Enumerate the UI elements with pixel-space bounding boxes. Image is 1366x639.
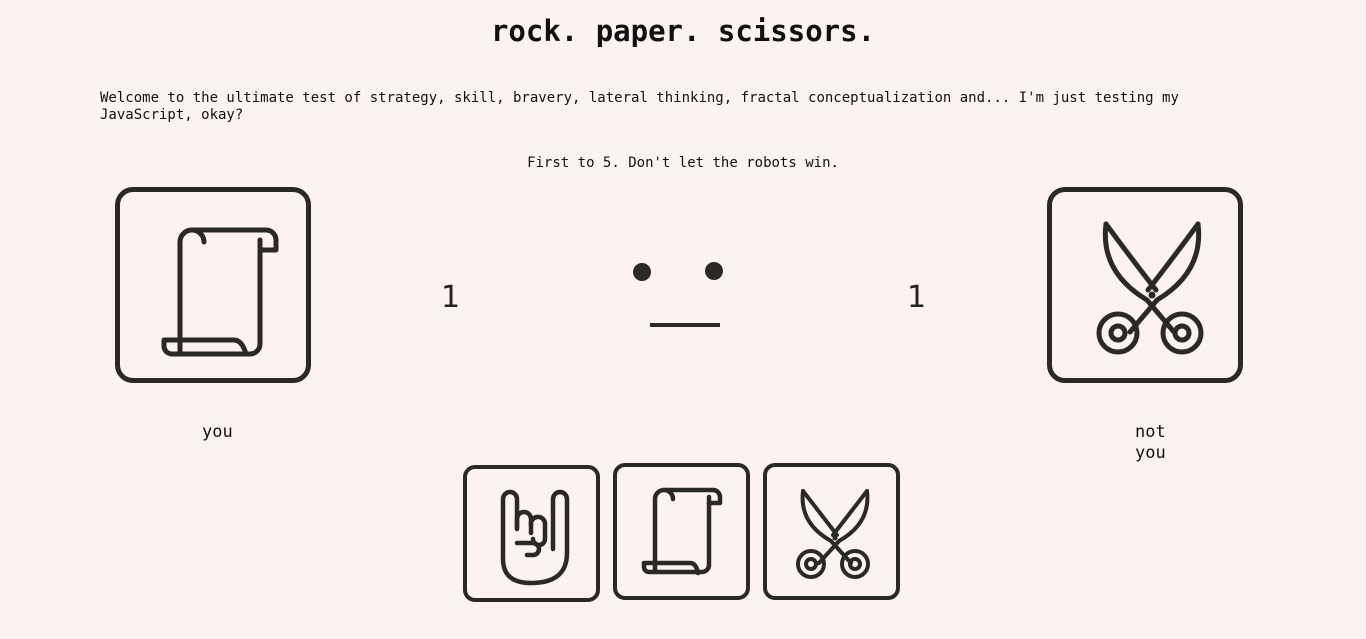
intro-text: Welcome to the ultimate test of strategy… xyxy=(100,90,1179,123)
player-choice-card xyxy=(115,187,311,383)
player-label: you xyxy=(202,422,233,442)
rock-hand-icon xyxy=(500,489,570,586)
computer-choice-card xyxy=(1047,187,1243,383)
computer-score: 1 xyxy=(907,280,927,315)
neutral-face-icon xyxy=(633,262,723,327)
game-page: rock. paper. scissors. Welcome to the ul… xyxy=(0,0,1366,639)
paper-scroll-icon xyxy=(161,227,279,357)
paper-button[interactable] xyxy=(613,463,750,600)
rules-text: First to 5. Don't let the robots win. xyxy=(527,155,839,171)
scissors-icon xyxy=(1096,221,1204,355)
page-title: rock. paper. scissors. xyxy=(490,14,876,48)
player-score: 1 xyxy=(441,280,461,315)
scissors-button[interactable] xyxy=(763,463,900,600)
rock-button[interactable] xyxy=(463,465,600,602)
scissors-icon xyxy=(796,489,870,579)
paper-scroll-icon xyxy=(641,487,723,576)
computer-label: not you xyxy=(1135,422,1166,463)
